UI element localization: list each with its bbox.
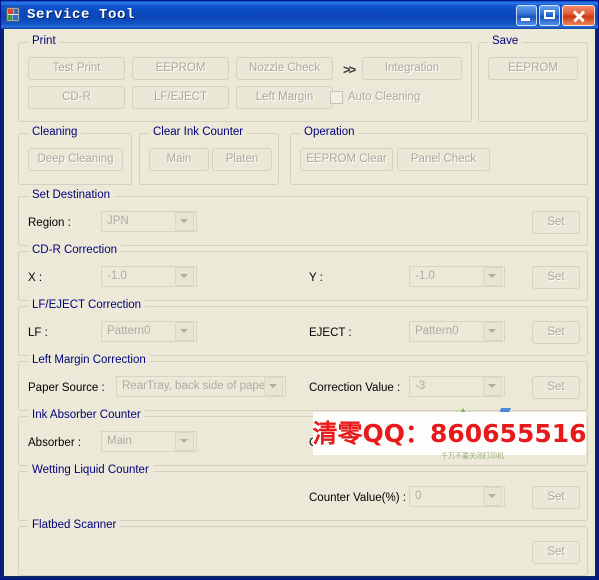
group-clear-ink-counter-label: Clear Ink Counter xyxy=(149,126,248,139)
lf-eject-button[interactable]: LF/EJECT xyxy=(132,86,229,109)
watermark-overlay: 清零QQ：860655516 xyxy=(313,412,586,455)
paper-source-select[interactable]: RearTray, back side of paper xyxy=(116,376,286,397)
group-operation-label: Operation xyxy=(300,126,359,139)
group-set-destination-label: Set Destination xyxy=(28,189,114,202)
group-flatbed-scanner-label: Flatbed Scanner xyxy=(28,519,121,532)
panel-check-button[interactable]: Panel Check xyxy=(397,148,490,171)
group-clear-ink-counter: Clear Ink Counter Main Platen xyxy=(139,126,279,185)
cdr-x-select[interactable]: -1.0 xyxy=(101,266,197,287)
correction-value-select[interactable]: -3 xyxy=(409,376,505,397)
cdr-y-value: -1.0 xyxy=(415,270,435,282)
set-destination-button[interactable]: Set xyxy=(532,211,580,234)
left-margin-button[interactable]: Left Margin xyxy=(236,86,333,109)
chevron-down-icon xyxy=(483,377,502,396)
chevron-down-icon xyxy=(483,322,502,341)
group-set-destination: Set Destination Region : JPN Set xyxy=(18,189,588,246)
group-print-label: Print xyxy=(28,35,60,48)
group-cdr-correction-label: CD-R Correction xyxy=(28,244,121,257)
group-wetting-liquid-counter-label: Wetting Liquid Counter xyxy=(28,464,153,477)
set-left-margin-button[interactable]: Set xyxy=(532,376,580,399)
cdr-x-value: -1.0 xyxy=(107,270,127,282)
clear-ink-main-button[interactable]: Main xyxy=(149,148,209,171)
print-eeprom-button[interactable]: EEPROM xyxy=(132,57,229,80)
region-label: Region : xyxy=(28,217,71,229)
maximize-button[interactable] xyxy=(539,4,560,26)
region-value: JPN xyxy=(107,215,129,227)
deep-cleaning-button[interactable]: Deep Cleaning xyxy=(28,148,123,171)
service-tool-window: Service Tool Print Test Print EEPROM Noz… xyxy=(0,0,599,580)
cdr-x-label: X : xyxy=(28,272,43,284)
eject-select[interactable]: Pattern0 xyxy=(409,321,505,342)
clear-ink-platen-button[interactable]: Platen xyxy=(212,148,272,171)
group-save: Save EEPROM xyxy=(478,35,588,122)
group-lf-eject-correction: LF/EJECT Correction LF : Pattern0 EJECT … xyxy=(18,299,588,356)
nozzle-check-button[interactable]: Nozzle Check xyxy=(236,57,333,80)
group-save-label: Save xyxy=(488,35,523,48)
region-select[interactable]: JPN xyxy=(101,211,197,232)
watermark-subtext: 千万不要关闭打印机 xyxy=(441,452,504,460)
auto-cleaning-label: Auto Cleaning xyxy=(348,91,421,103)
auto-cleaning-checkbox[interactable] xyxy=(330,91,343,104)
save-eeprom-button[interactable]: EEPROM xyxy=(488,57,578,80)
lf-label: LF : xyxy=(28,327,48,339)
wetting-counter-select[interactable]: 0 xyxy=(409,486,505,507)
test-print-button[interactable]: Test Print xyxy=(28,57,125,80)
title-bar: Service Tool xyxy=(1,1,598,29)
group-cleaning-label: Cleaning xyxy=(28,126,82,139)
absorber-value: Main xyxy=(107,435,132,447)
chevron-down-icon xyxy=(175,322,194,341)
chevron-down-icon xyxy=(175,432,194,451)
paper-source-value: RearTray, back side of paper xyxy=(122,380,264,392)
group-cleaning: Cleaning Deep Cleaning xyxy=(18,126,132,185)
chevron-down-icon xyxy=(175,212,194,231)
chevron-down-icon xyxy=(264,377,283,396)
printer-app-icon xyxy=(5,7,21,23)
chevron-down-icon xyxy=(175,267,194,286)
chevron-down-icon xyxy=(483,267,502,286)
window-controls xyxy=(516,4,595,26)
cdr-y-select[interactable]: -1.0 xyxy=(409,266,505,287)
window-title: Service Tool xyxy=(27,7,136,23)
lf-select[interactable]: Pattern0 xyxy=(101,321,197,342)
set-cdr-correction-button[interactable]: Set xyxy=(532,266,580,289)
wetting-counter-label: Counter Value(%) : xyxy=(309,492,406,504)
integration-button[interactable]: Integration xyxy=(362,57,462,80)
cdr-y-label: Y : xyxy=(309,272,323,284)
close-button[interactable] xyxy=(562,4,595,26)
eject-label: EJECT : xyxy=(309,327,352,339)
absorber-select[interactable]: Main xyxy=(101,431,197,452)
arrow-separator-icon: >> xyxy=(343,62,356,77)
set-flatbed-scanner-button[interactable]: Set xyxy=(532,541,580,564)
client-area: Print Test Print EEPROM Nozzle Check >> … xyxy=(4,29,595,576)
group-lf-eject-correction-label: LF/EJECT Correction xyxy=(28,299,146,312)
minimize-button[interactable] xyxy=(516,4,537,26)
set-wetting-counter-button[interactable]: Set xyxy=(532,486,580,509)
paper-source-label: Paper Source : xyxy=(28,382,105,394)
group-operation: Operation EEPROM Clear Panel Check xyxy=(290,126,588,185)
wetting-counter-value: 0 xyxy=(415,490,422,502)
group-ink-absorber-counter-label: Ink Absorber Counter xyxy=(28,409,145,422)
eject-value: Pattern0 xyxy=(415,325,459,337)
lf-value: Pattern0 xyxy=(107,325,151,337)
group-wetting-liquid-counter: Wetting Liquid Counter Counter Value(%) … xyxy=(18,464,588,521)
group-print: Print Test Print EEPROM Nozzle Check >> … xyxy=(18,35,472,122)
eeprom-clear-button[interactable]: EEPROM Clear xyxy=(300,148,393,171)
correction-value-label: Correction Value : xyxy=(309,382,401,394)
group-flatbed-scanner: Flatbed Scanner Set xyxy=(18,519,588,576)
correction-value: -3 xyxy=(415,380,426,392)
cd-r-button[interactable]: CD-R xyxy=(28,86,125,109)
set-lf-eject-button[interactable]: Set xyxy=(532,321,580,344)
group-left-margin-correction: Left Margin Correction Paper Source : Re… xyxy=(18,354,588,411)
chevron-down-icon xyxy=(483,487,502,506)
group-cdr-correction: CD-R Correction X : -1.0 Y : -1.0 Set xyxy=(18,244,588,301)
group-left-margin-correction-label: Left Margin Correction xyxy=(28,354,150,367)
absorber-label: Absorber : xyxy=(28,437,82,449)
watermark-text: 清零QQ：860655516 xyxy=(313,418,586,448)
